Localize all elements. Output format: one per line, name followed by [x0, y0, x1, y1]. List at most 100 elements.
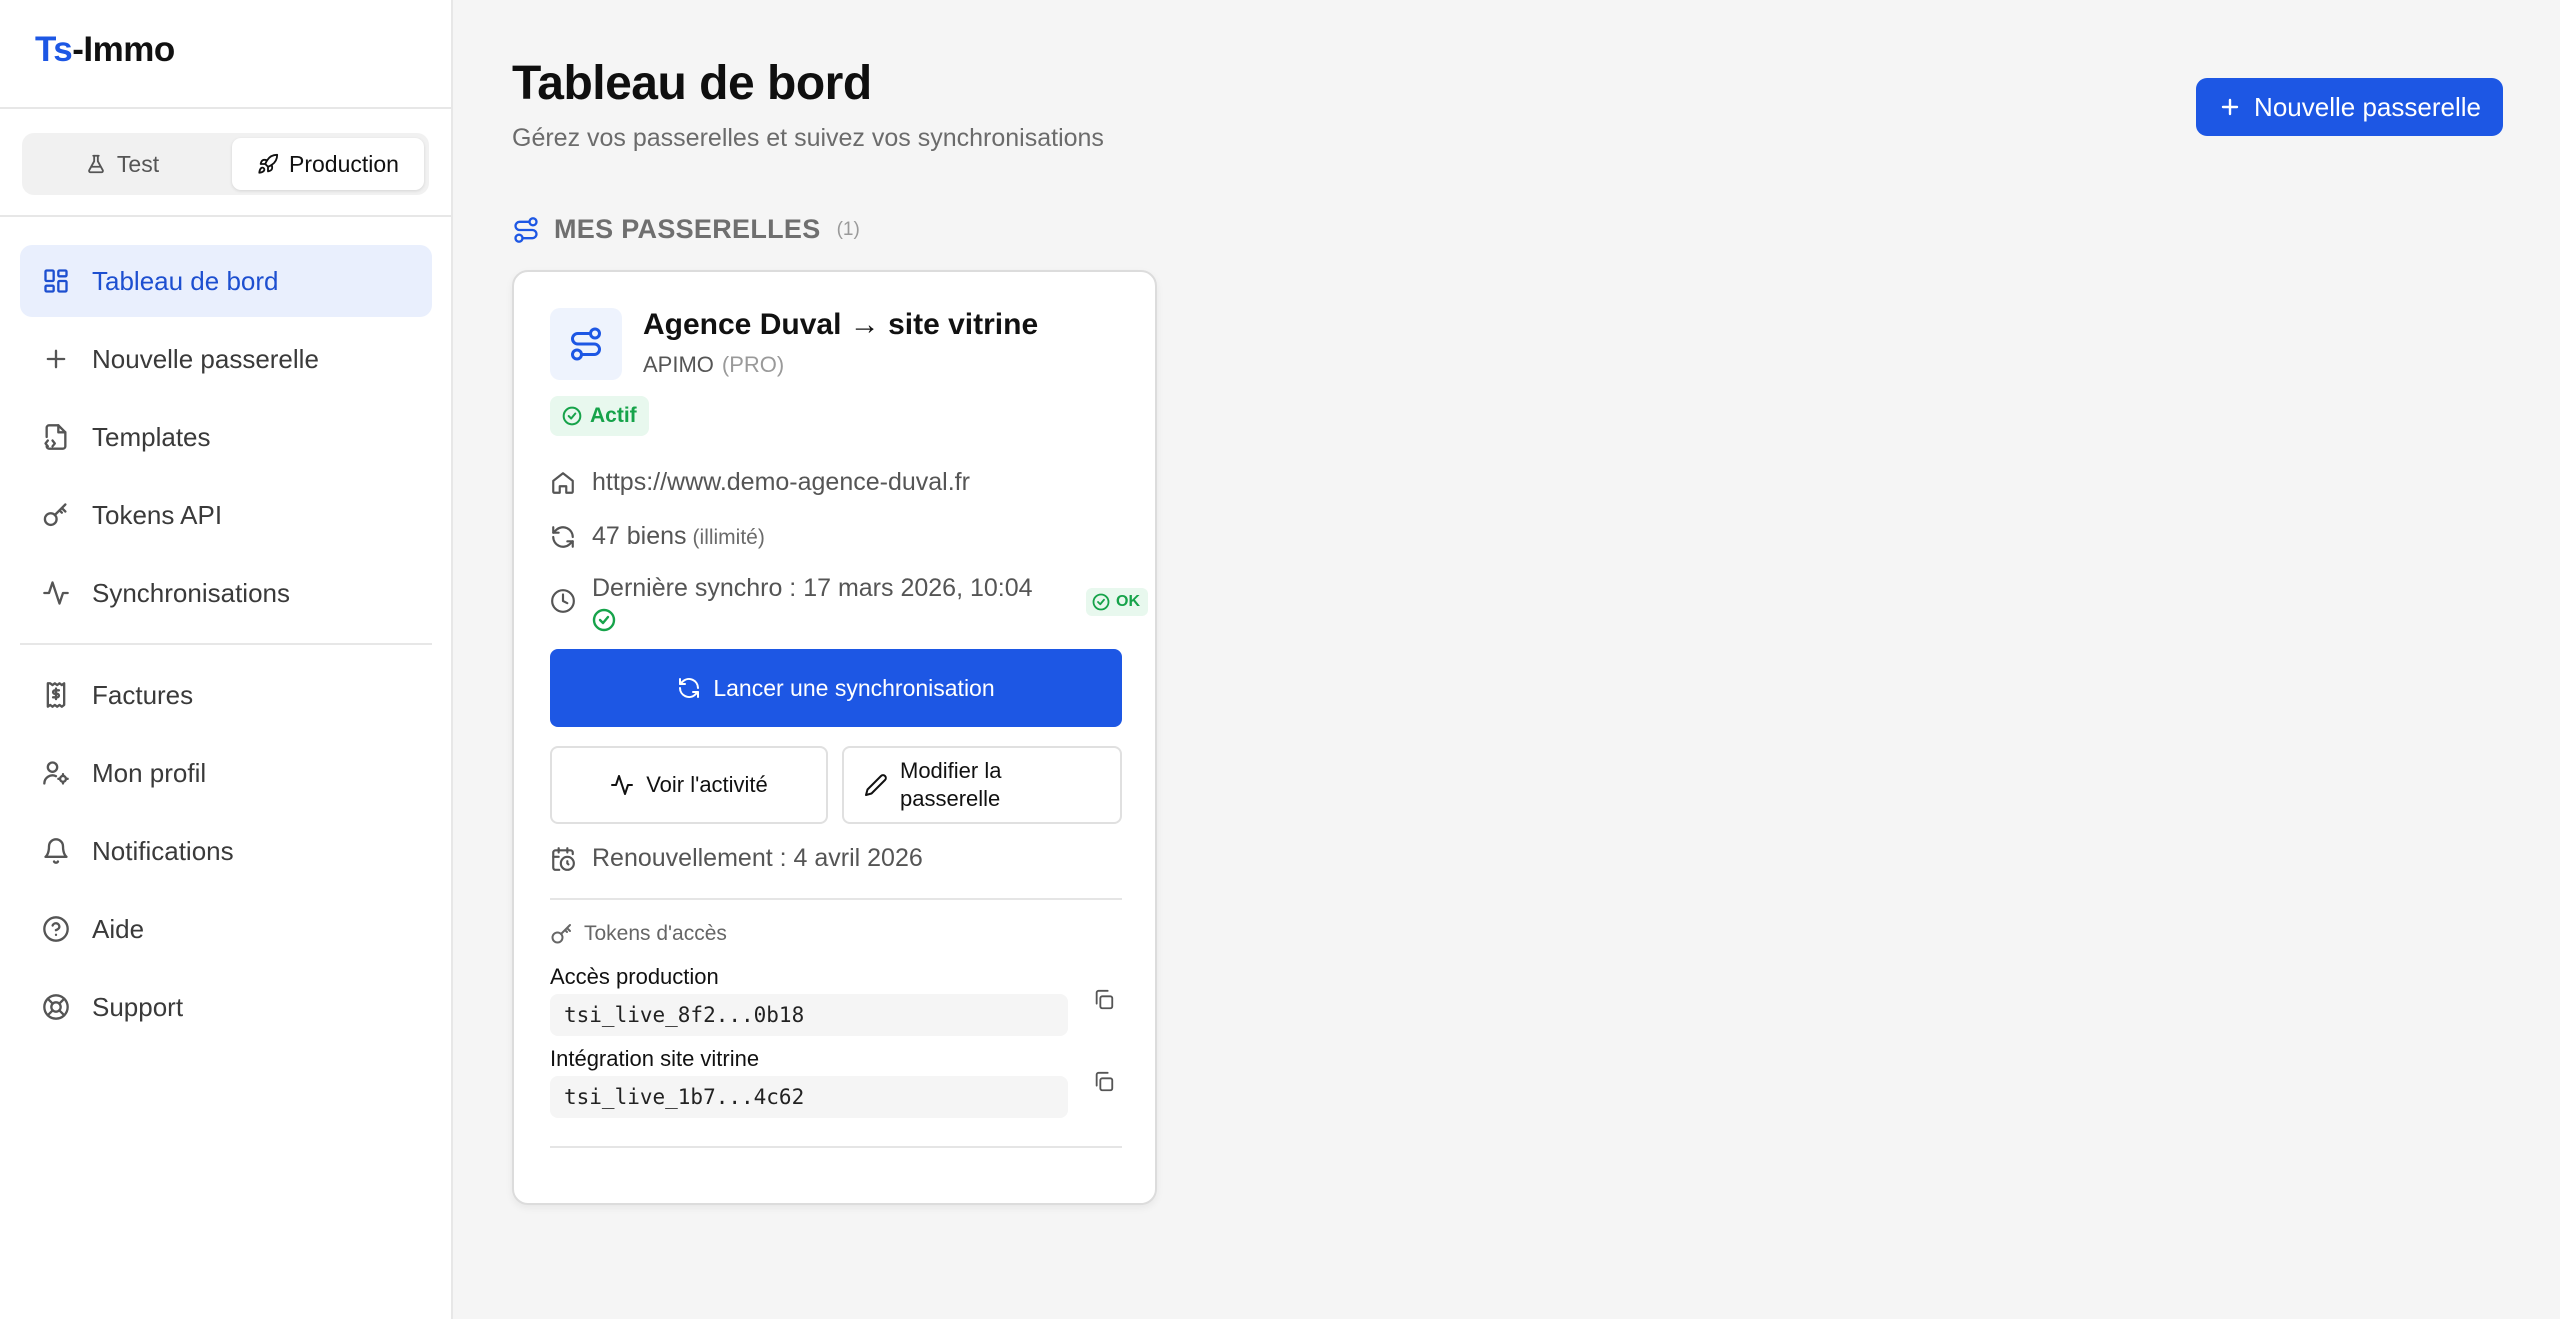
sidebar-item-profile[interactable]: Mon profil	[20, 737, 432, 809]
sidebar-item-api-tokens[interactable]: Tokens API	[20, 479, 432, 551]
section-count: (1)	[836, 218, 860, 240]
sidebar-item-label: Mon profil	[92, 757, 207, 788]
home-icon	[552, 471, 574, 494]
sidebar-item-synchronisations[interactable]: Synchronisations	[20, 557, 432, 629]
start-sync-button[interactable]: Lancer une synchronisation	[550, 649, 1122, 727]
activity-icon	[43, 581, 69, 605]
view-activity-label: Voir l'activité	[646, 772, 768, 797]
sidebar-item-label: Tableau de bord	[92, 265, 279, 296]
edit-gateway-button[interactable]: Modifier la passerelle	[842, 746, 1122, 824]
source-tier: (PRO)	[721, 352, 785, 377]
lifebuoy-icon	[43, 994, 69, 1020]
token-label: Accès production	[550, 964, 719, 989]
help-circle-icon	[43, 916, 69, 942]
env-test-label: Test	[116, 150, 160, 177]
properties-limit: (illimité)	[692, 526, 765, 549]
sidebar-item-dashboard[interactable]: Tableau de bord	[20, 245, 432, 317]
source-name: APIMO	[643, 352, 714, 377]
status-label: Actif	[590, 404, 637, 427]
token-label: Intégration site vitrine	[550, 1046, 760, 1071]
last-sync-text: Dernière synchro : 17 mars 2026, 10:04	[592, 574, 1033, 602]
last-sync-row: Dernière synchro : 17 mars 2026, 10:04 O…	[550, 574, 1148, 634]
rocket-icon	[258, 153, 279, 174]
key-icon	[43, 503, 67, 527]
copy-token-button[interactable]	[1089, 1067, 1119, 1097]
copy-icon	[1095, 1071, 1114, 1092]
route-icon	[571, 327, 601, 361]
file-code-icon	[44, 424, 67, 450]
env-production-label: Production	[289, 150, 399, 177]
environment-toggle: Test Production	[22, 133, 429, 195]
token-value[interactable]: tsi_live_1b7...4c62	[550, 1076, 1068, 1118]
plus-icon	[2221, 98, 2239, 116]
sidebar-item-label: Nouvelle passerelle	[92, 343, 319, 374]
sidebar: Ts-Immo Test Production Tableau de bord …	[0, 0, 453, 1319]
divider	[0, 215, 451, 217]
flask-icon	[88, 154, 104, 174]
route-icon	[514, 216, 538, 243]
calendar-clock-icon	[552, 846, 575, 871]
tokens-header: Tokens d'accès	[550, 922, 727, 946]
divider	[550, 1146, 1122, 1148]
app-logo[interactable]: Ts-Immo	[35, 30, 175, 70]
user-gear-icon	[43, 761, 69, 785]
sidebar-item-new-gateway[interactable]: Nouvelle passerelle	[20, 323, 432, 395]
check-circle-icon	[562, 406, 582, 426]
sidebar-item-label: Synchronisations	[92, 577, 290, 608]
section-header: MES PASSERELLES (1)	[512, 214, 860, 245]
renewal-text: Renouvellement : 4 avril 2026	[592, 844, 923, 872]
divider	[0, 107, 451, 109]
edit-gateway-label: Modifier la passerelle	[900, 758, 1002, 811]
copy-icon	[1095, 989, 1114, 1010]
properties-row: 47 biens (illimité)	[550, 522, 765, 551]
sidebar-item-label: Templates	[92, 421, 211, 452]
env-test-button[interactable]: Test	[27, 138, 217, 190]
divider	[550, 898, 1122, 900]
sidebar-item-invoices[interactable]: Factures	[20, 659, 432, 731]
gateway-card: Agence Duval → site vitrine APIMO (PRO) A…	[512, 270, 1157, 1205]
refresh-icon	[552, 525, 574, 548]
status-badge: Actif	[550, 396, 649, 436]
pencil-icon	[865, 774, 887, 796]
sidebar-item-templates[interactable]: Templates	[20, 401, 432, 473]
sidebar-item-label: Aide	[92, 913, 145, 944]
receipt-icon	[46, 682, 66, 708]
check-circle-icon	[1092, 593, 1110, 611]
sidebar-item-support[interactable]: Support	[20, 971, 432, 1043]
section-title: MES PASSERELLES	[554, 214, 821, 244]
token-value[interactable]: tsi_live_8f2...0b18	[550, 994, 1068, 1036]
refresh-icon	[679, 678, 700, 698]
env-production-button[interactable]: Production	[232, 138, 424, 190]
clock-icon	[551, 589, 575, 613]
copy-token-button[interactable]	[1089, 985, 1119, 1015]
check-circle-icon	[592, 608, 616, 632]
sidebar-item-label: Factures	[92, 679, 194, 710]
sidebar-item-help[interactable]: Aide	[20, 893, 432, 965]
start-sync-label: Lancer une synchronisation	[713, 674, 995, 701]
sidebar-item-notifications[interactable]: Notifications	[20, 815, 432, 887]
renewal-row: Renouvellement : 4 avril 2026	[550, 844, 923, 873]
view-activity-button[interactable]: Voir l'activité	[550, 746, 828, 824]
dashboard-icon	[44, 269, 68, 293]
activity-icon	[611, 775, 634, 795]
gateway-icon-tile	[550, 308, 622, 380]
page-subtitle: Gérez vos passerelles et suivez vos sync…	[512, 124, 1104, 152]
new-gateway-label: Nouvelle passerelle	[2254, 91, 2481, 122]
bell-icon	[44, 838, 68, 864]
new-gateway-button[interactable]: Nouvelle passerelle	[2196, 78, 2503, 136]
plus-icon	[46, 349, 66, 369]
gateway-source: APIMO (PRO)	[643, 352, 784, 378]
sync-status-badge: OK	[1086, 588, 1148, 616]
sidebar-item-label: Support	[92, 991, 184, 1022]
tokens-title: Tokens d'accès	[584, 922, 727, 945]
logo-prefix: Ts	[35, 30, 73, 69]
sync-status-label: OK	[1116, 593, 1140, 610]
sidebar-item-label: Notifications	[92, 835, 234, 866]
sidebar-item-label: Tokens API	[92, 499, 223, 530]
website-url[interactable]: https://www.demo-agence-duval.fr	[592, 468, 970, 497]
page-title: Tableau de bord	[512, 57, 872, 110]
properties-count: 47 biens	[592, 522, 687, 550]
key-icon	[551, 924, 571, 944]
logo-suffix: -Immo	[72, 30, 175, 69]
website-row: https://www.demo-agence-duval.fr	[550, 468, 970, 497]
